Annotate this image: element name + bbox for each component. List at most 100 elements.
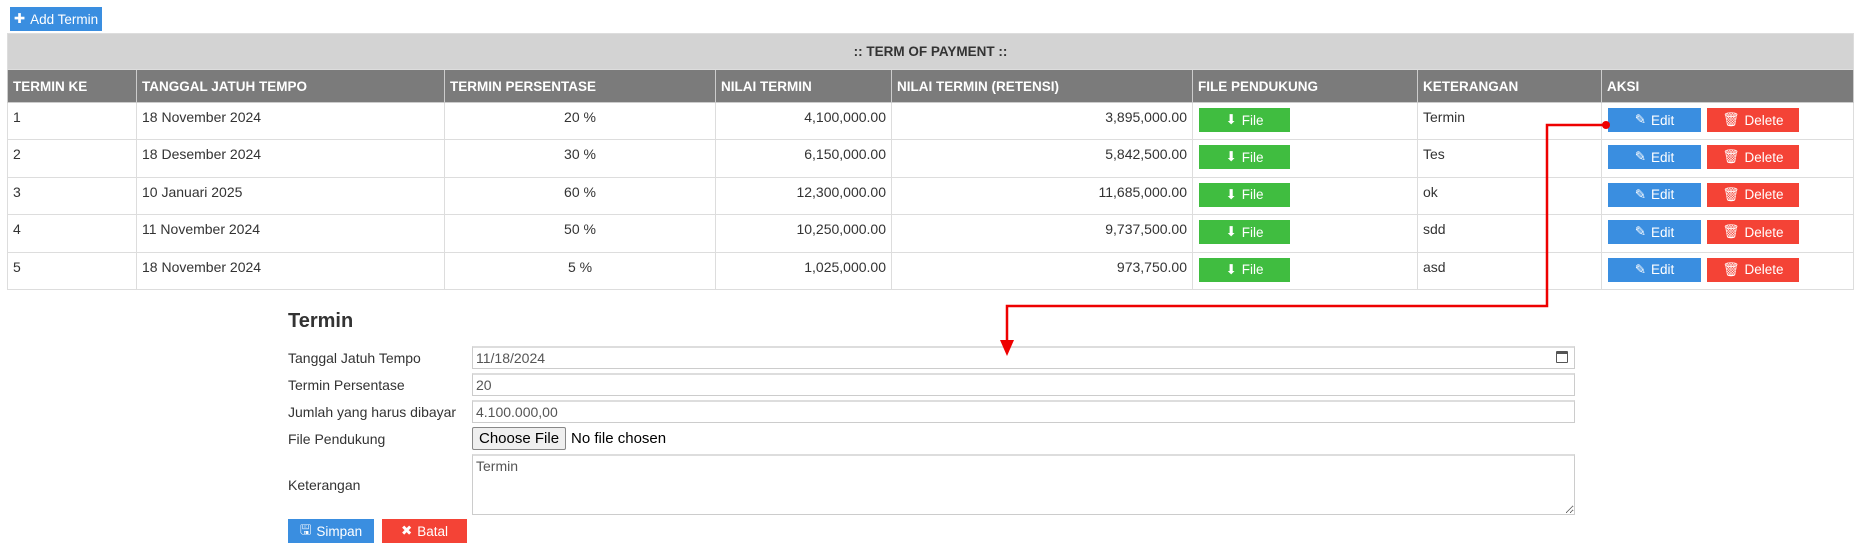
termin-ke: 1	[7, 101, 137, 141]
pencil-icon: ✎	[1634, 261, 1647, 277]
trash-icon: 🗑	[1722, 261, 1740, 277]
aksi-cell: ✎ Edit 🗑 Delete	[1601, 214, 1854, 253]
delete-button[interactable]: 🗑 Delete	[1707, 108, 1799, 132]
file-button[interactable]: ⬇ File	[1199, 108, 1290, 132]
aksi-cell: ✎ Edit 🗑 Delete	[1601, 139, 1854, 178]
trash-icon: 🗑	[1722, 186, 1740, 202]
keterangan: Tes	[1417, 139, 1602, 178]
calendar-icon[interactable]	[1556, 351, 1568, 363]
download-icon: ⬇	[1225, 112, 1237, 127]
column-header: TERMIN KE	[7, 69, 137, 103]
persentase: 50 %	[444, 214, 716, 253]
tanggal: 18 November 2024	[136, 251, 445, 290]
download-icon: ⬇	[1225, 149, 1237, 165]
tanggal: 18 November 2024	[136, 101, 445, 141]
file-button[interactable]: ⬇ File	[1199, 182, 1290, 207]
edit-button[interactable]: ✎ Edit	[1608, 220, 1701, 245]
pencil-icon: ✎	[1634, 112, 1647, 127]
term-of-payment-table: :: TERM OF PAYMENT :: TERMIN KE TANGGAL J…	[7, 33, 1854, 290]
delete-button[interactable]: 🗑 Delete	[1707, 257, 1799, 282]
file-button[interactable]: ⬇ File	[1199, 145, 1290, 170]
column-header: NILAI TERMIN (RETENSI)	[891, 69, 1193, 103]
tanggal-label: Tanggal Jatuh Tempo	[288, 349, 421, 366]
nilai-termin: 4,100,000.00	[715, 101, 892, 141]
choose-file-button[interactable]: Choose File	[472, 427, 567, 450]
column-header: TANGGAL JATUH TEMPO	[136, 69, 445, 103]
edit-button[interactable]: ✎ Edit	[1608, 257, 1701, 282]
file-button[interactable]: ⬇ File	[1199, 257, 1290, 282]
no-file-text: No file chosen	[571, 430, 667, 447]
persentase: 30 %	[444, 139, 716, 178]
pencil-icon: ✎	[1634, 224, 1647, 240]
aksi-cell: ✎ Edit 🗑 Delete	[1601, 251, 1854, 290]
keterangan: Termin	[1417, 101, 1602, 141]
close-icon: ✖	[400, 523, 413, 538]
delete-button[interactable]: 🗑 Delete	[1707, 145, 1799, 170]
edit-button[interactable]: ✎ Edit	[1608, 182, 1701, 207]
aksi-cell: ✎ Edit 🗑 Delete	[1601, 176, 1854, 216]
persentase: 5 %	[444, 251, 716, 290]
tanggal: 18 Desember 2024	[136, 139, 445, 178]
table-title: :: TERM OF PAYMENT ::	[7, 33, 1854, 70]
pencil-icon: ✎	[1634, 149, 1647, 165]
file-cell: ⬇ File	[1192, 251, 1418, 290]
download-icon: ⬇	[1225, 224, 1237, 240]
nilai-termin: 6,150,000.00	[715, 139, 892, 178]
file-cell: ⬇ File	[1192, 214, 1418, 253]
table-row: 1 18 November 2024 20 % 4,100,000.00 3,8…	[7, 101, 1854, 141]
jumlah-label: Jumlah yang harus dibayar	[288, 403, 457, 420]
keterangan: asd	[1417, 251, 1602, 290]
edit-button[interactable]: ✎ Edit	[1608, 145, 1701, 170]
trash-icon: 🗑	[1722, 149, 1740, 165]
keterangan-textarea[interactable]: Termin	[472, 454, 1575, 515]
column-header: NILAI TERMIN	[715, 69, 892, 103]
nilai-retensi: 5,842,500.00	[891, 139, 1193, 178]
persentase: 60 %	[444, 176, 716, 216]
persen-label: Termin Persentase	[288, 376, 405, 393]
trash-icon: 🗑	[1722, 112, 1740, 127]
persen-input[interactable]: 20	[472, 373, 1575, 396]
download-icon: ⬇	[1225, 186, 1237, 202]
file-button[interactable]: ⬇ File	[1199, 220, 1290, 245]
add-termin-button[interactable]: ✚ Add Termin	[10, 7, 102, 31]
delete-button[interactable]: 🗑 Delete	[1707, 182, 1799, 207]
tanggal: 10 Januari 2025	[136, 176, 445, 216]
termin-ke: 3	[7, 176, 137, 216]
tanggal: 11 November 2024	[136, 214, 445, 253]
nilai-retensi: 9,737,500.00	[891, 214, 1193, 253]
column-header: KETERANGAN	[1417, 69, 1602, 103]
batal-button[interactable]: ✖ Batal	[382, 519, 467, 543]
save-icon: 🖫	[299, 521, 312, 537]
delete-button[interactable]: 🗑 Delete	[1707, 220, 1799, 245]
edit-button[interactable]: ✎ Edit	[1608, 108, 1701, 132]
table-row: 4 11 November 2024 50 % 10,250,000.00 9,…	[7, 214, 1854, 253]
termin-ke: 2	[7, 139, 137, 178]
file-cell: ⬇ File	[1192, 139, 1418, 178]
column-header: TERMIN PERSENTASE	[444, 69, 716, 103]
table-row: 3 10 Januari 2025 60 % 12,300,000.00 11,…	[7, 176, 1854, 216]
nilai-retensi: 973,750.00	[891, 251, 1193, 290]
nilai-termin: 10,250,000.00	[715, 214, 892, 253]
simpan-button[interactable]: 🖫 Simpan	[288, 519, 374, 543]
aksi-cell: ✎ Edit 🗑 Delete	[1601, 101, 1854, 141]
keterangan: sdd	[1417, 214, 1602, 253]
keterangan-label: Keterangan	[288, 476, 361, 493]
trash-icon: 🗑	[1722, 224, 1740, 240]
persentase: 20 %	[444, 101, 716, 141]
table-row: 5 18 November 2024 5 % 1,025,000.00 973,…	[7, 251, 1854, 290]
plus-icon: ✚	[13, 11, 26, 26]
termin-ke: 5	[7, 251, 137, 290]
termin-ke: 4	[7, 214, 137, 253]
nilai-termin: 12,300,000.00	[715, 176, 892, 216]
nilai-termin: 1,025,000.00	[715, 251, 892, 290]
jumlah-input[interactable]: 4.100.000,00	[472, 400, 1575, 423]
file-cell: ⬇ File	[1192, 101, 1418, 141]
pencil-icon: ✎	[1634, 186, 1647, 202]
nilai-retensi: 3,895,000.00	[891, 101, 1193, 141]
form-title: Termin	[288, 310, 354, 332]
column-header: AKSI	[1601, 69, 1854, 103]
tanggal-input[interactable]: 11/18/2024	[472, 346, 1575, 369]
file-cell: ⬇ File	[1192, 176, 1418, 216]
nilai-retensi: 11,685,000.00	[891, 176, 1193, 216]
termin-form: Termin Tanggal Jatuh Tempo 11/18/2024 Ter…	[288, 310, 1578, 543]
